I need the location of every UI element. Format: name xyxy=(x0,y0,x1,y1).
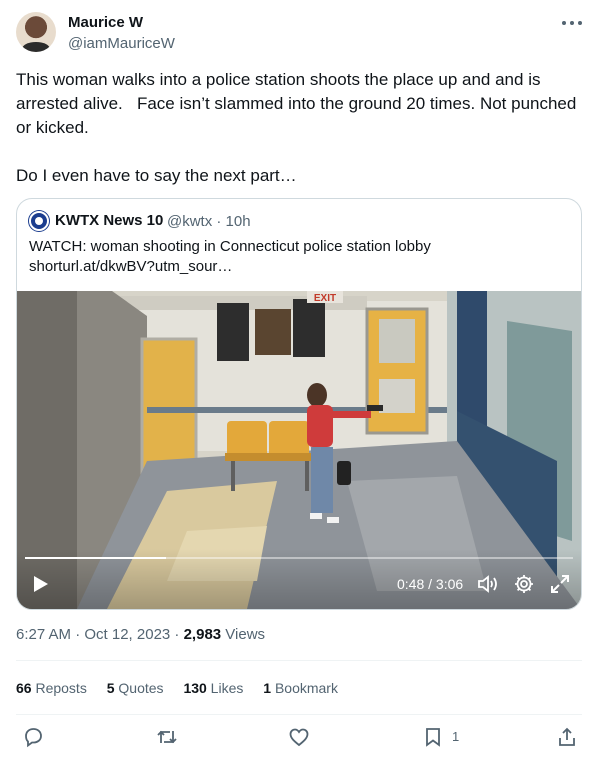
exit-sign: EXIT xyxy=(314,293,336,304)
tweet: Maurice W @iamMauriceW This woman walks … xyxy=(0,0,598,762)
likes-stat[interactable]: 130 Likes xyxy=(183,680,243,696)
bookmark-icon[interactable] xyxy=(422,726,444,748)
views-count: 2,983 xyxy=(183,626,222,643)
video-time: 0:48 / 3:06 xyxy=(397,576,464,592)
quotes-label: Quotes xyxy=(114,680,164,696)
tweet-paragraph: This woman walks into a police station s… xyxy=(16,70,582,137)
more-icon[interactable] xyxy=(560,14,584,32)
quoted-avatar[interactable] xyxy=(29,211,49,231)
divider xyxy=(16,660,582,661)
reposts-label: Reposts xyxy=(31,680,87,696)
quotes-stat[interactable]: 5 Quotes xyxy=(107,680,164,696)
action-bar: 1 xyxy=(16,726,582,752)
reply-icon[interactable] xyxy=(22,726,44,748)
author-handle[interactable]: @iamMauriceW xyxy=(68,35,175,52)
play-icon[interactable] xyxy=(29,573,51,595)
video-player[interactable]: EXIT 0:48 / 3:06 xyxy=(17,291,581,609)
tweet-paragraph: Do I even have to say the next part… xyxy=(16,166,297,185)
repost-icon[interactable] xyxy=(156,726,178,748)
bookmarks-stat[interactable]: 1 Bookmark xyxy=(263,680,338,696)
quoted-tweet[interactable]: KWTX News 10 @kwtx · 10h WATCH: woman sh… xyxy=(16,198,582,610)
tweet-time[interactable]: 6:27 AM · Oct 12, 2023 · xyxy=(16,626,184,643)
quoted-link[interactable]: shorturl.at/dkwBV?utm_sour… xyxy=(29,257,569,277)
engagement-stats: 66 Reposts 5 Quotes 130 Likes 1 Bookmark xyxy=(16,680,354,696)
video-progress-fill xyxy=(25,557,167,559)
quoted-text-line: WATCH: woman shooting in Connecticut pol… xyxy=(29,238,431,255)
reposts-stat[interactable]: 66 Reposts xyxy=(16,680,87,696)
likes-count: 130 xyxy=(183,680,207,696)
quoted-author-name[interactable]: KWTX News 10 xyxy=(55,212,163,229)
quoted-text: WATCH: woman shooting in Connecticut pol… xyxy=(29,237,569,277)
settings-icon[interactable] xyxy=(513,573,535,595)
share-icon[interactable] xyxy=(556,726,578,748)
fullscreen-icon[interactable] xyxy=(549,573,571,595)
reposts-count: 66 xyxy=(16,680,32,696)
likes-label: Likes xyxy=(206,680,244,696)
video-controls: 0:48 / 3:06 xyxy=(17,549,581,609)
video-progress-bar[interactable] xyxy=(25,557,573,559)
bookmarks-count: 1 xyxy=(263,680,272,696)
quotes-count: 5 xyxy=(106,680,115,696)
bookmarks-label: Bookmark xyxy=(271,680,338,696)
quoted-author-meta: @kwtx · 10h xyxy=(167,213,251,230)
tweet-text: This woman walks into a police station s… xyxy=(16,68,582,188)
author-name[interactable]: Maurice W xyxy=(68,14,143,31)
bookmark-count: 1 xyxy=(452,729,460,744)
divider xyxy=(16,714,582,715)
tweet-timestamp: 6:27 AM · Oct 12, 2023 · 2,983 Views xyxy=(16,626,265,643)
author-avatar[interactable] xyxy=(16,12,56,52)
like-icon[interactable] xyxy=(288,726,310,748)
volume-icon[interactable] xyxy=(477,574,499,594)
views-label: Views xyxy=(221,626,266,643)
